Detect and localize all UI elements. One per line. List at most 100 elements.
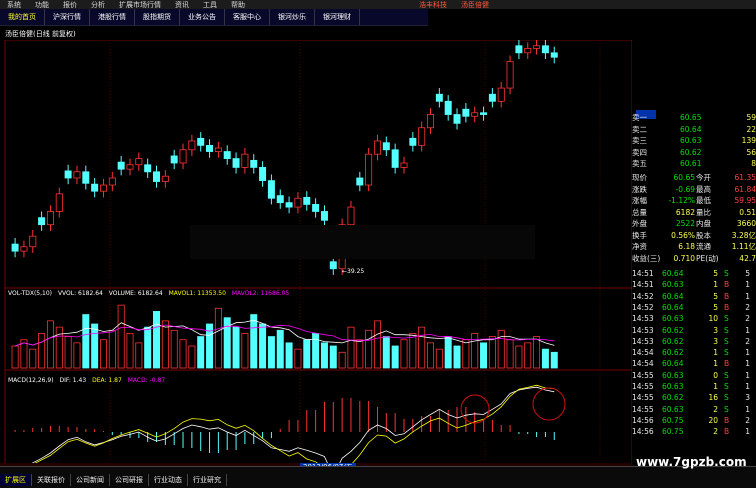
tick-row: 14:54 60.64 1 B 1 xyxy=(632,358,756,370)
stat-row-cell: -1.12% xyxy=(668,196,695,205)
volume-label: VOL-TDX(5,10) VVOL: 6182.64 VOLUME: 6182… xyxy=(8,290,289,297)
volume-bar xyxy=(294,348,302,369)
tab-related[interactable]: 关联报价 xyxy=(32,474,71,486)
ask-row-cell: 60.63 xyxy=(680,136,702,145)
macd-label: MACD(12,26,9) DIF: 1.43 DEA: 1.87 MACD: … xyxy=(8,377,165,384)
tab-industry[interactable]: 行业动态 xyxy=(149,474,188,486)
stat-row-cell: 60.65 xyxy=(673,173,695,182)
candle xyxy=(29,235,37,248)
volume-bar xyxy=(197,336,205,369)
tab-sh-sz[interactable]: 沪深行情 xyxy=(45,9,90,25)
tick-row-cell: B xyxy=(724,359,730,369)
tick-row-cell: 14:55 xyxy=(632,382,654,391)
volume-bar xyxy=(418,326,426,369)
candle xyxy=(153,171,161,182)
stat-row-cell: 股本 xyxy=(696,230,711,240)
volume-bar xyxy=(153,311,161,369)
volume-bar xyxy=(250,314,258,369)
dif-value: DIF: 1.43 xyxy=(60,377,87,384)
stat-row-cell: 流通 xyxy=(696,242,711,251)
candle xyxy=(135,158,143,166)
tab-service[interactable]: 客服中心 xyxy=(225,9,270,25)
candle xyxy=(126,164,134,170)
volume-bar xyxy=(373,320,381,369)
stat-row-cell: PE(动) xyxy=(696,253,719,263)
tab-finance[interactable]: 银河理财 xyxy=(315,9,360,25)
tick-row-cell: 3 xyxy=(713,336,718,346)
tick-row-cell: 60.62 xyxy=(662,325,684,335)
volume-bar xyxy=(214,307,222,369)
tick-row-cell: 1 xyxy=(745,382,750,391)
tick-row-cell: 3 xyxy=(713,325,718,335)
tick-row: 14:51 60.64 5 S 5 xyxy=(632,268,756,280)
candle xyxy=(144,164,152,173)
candle xyxy=(223,151,231,159)
tick-row: 14:55 60.63 2 S 1 xyxy=(632,404,756,416)
candle xyxy=(179,149,187,164)
candle xyxy=(550,52,558,58)
tick-row-cell: 60.63 xyxy=(662,370,684,380)
tab-hk[interactable]: 港股行情 xyxy=(90,9,135,25)
ask-row-cell: 56 xyxy=(746,147,756,157)
tick-row-cell: S xyxy=(724,370,729,380)
stat-row-cell: 0.51 xyxy=(739,207,756,217)
stat-row: 外盘 2522 内盘 3660 xyxy=(632,218,756,230)
tab-home[interactable]: 我的首页 xyxy=(0,9,45,25)
tick-row-cell: 14:56 xyxy=(632,415,654,425)
tick-row-cell: 14:55 xyxy=(632,404,654,414)
candle xyxy=(356,177,364,186)
stat-row-cell: 0.56% xyxy=(671,230,695,240)
tick-row-cell: 2 xyxy=(713,427,718,437)
candle xyxy=(91,183,99,192)
ask-row-cell: 59 xyxy=(746,113,756,122)
volume-bar xyxy=(444,336,452,369)
ask-row-cell: 60.62 xyxy=(680,147,702,157)
tab-research[interactable]: 公司研报 xyxy=(110,474,149,486)
stat-row-cell: 涨跌 xyxy=(632,184,647,194)
tick-row-cell: S xyxy=(724,382,729,391)
tick-row-cell: 5 xyxy=(713,302,718,312)
tick-row-cell: S xyxy=(724,325,729,335)
tab-stock[interactable]: 银河炒乐 xyxy=(270,9,315,25)
tick-row-cell: 1 xyxy=(713,359,718,369)
tick-row: 14:56 60.75 2 B 1 xyxy=(632,426,756,438)
tab-news[interactable]: 公司新闻 xyxy=(71,474,110,486)
tick-row-cell: 3 xyxy=(745,393,750,403)
dea-value: DEA: 1.87 xyxy=(92,377,122,384)
ask-row: 卖四 60.62 56 xyxy=(632,147,756,159)
tick-row: 14:53 60.62 3 S 1 xyxy=(632,325,756,337)
stat-row-cell: 收益(三) xyxy=(632,253,661,263)
volume-bar xyxy=(488,336,496,369)
candle xyxy=(320,211,328,221)
tick-row-cell: 14:55 xyxy=(632,370,654,380)
candle xyxy=(267,180,275,199)
volume-bar xyxy=(73,342,81,369)
tab-notice[interactable]: 业务公告 xyxy=(180,9,225,25)
tab-ext[interactable]: 扩展区 xyxy=(0,474,32,486)
tab-industry-research[interactable]: 行业研究 xyxy=(188,474,227,486)
candle xyxy=(188,140,196,151)
volume-value: VOLUME: 6182.64 xyxy=(109,290,163,297)
tick-row-cell: 60.63 xyxy=(662,280,684,290)
volume-bar xyxy=(91,323,99,369)
candle xyxy=(170,155,178,164)
tick-row-cell: 1 xyxy=(713,382,718,391)
ask-row-cell: 60.65 xyxy=(680,113,702,122)
volume-bar xyxy=(391,345,399,369)
volume-bar xyxy=(541,348,549,369)
candle xyxy=(64,170,72,179)
stat-row-cell: 61.35 xyxy=(734,173,756,182)
tick-row-cell: S xyxy=(724,404,729,414)
macd-value: MACD: -0.87 xyxy=(128,377,166,384)
tick-row-cell: 14:54 xyxy=(632,359,654,369)
tick-row-cell: 5 xyxy=(713,269,718,278)
candle xyxy=(382,142,390,151)
tab-futures[interactable]: 股指期货 xyxy=(135,9,180,25)
tick-row-cell: 60.75 xyxy=(662,415,684,425)
volume-bar xyxy=(320,342,328,369)
volume-bar xyxy=(170,329,178,369)
mavol2-value: MAVOL2: 11686.05 xyxy=(232,290,290,297)
candle xyxy=(541,45,549,54)
candle xyxy=(250,159,258,168)
candle xyxy=(20,246,28,252)
